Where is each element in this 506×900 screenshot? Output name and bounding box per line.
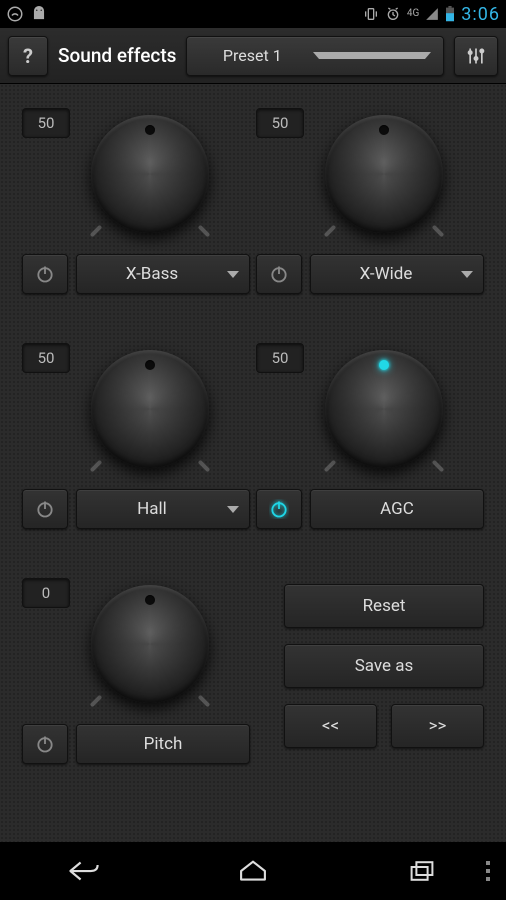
preset-dropdown[interactable]: Preset 1 bbox=[186, 36, 444, 76]
chevron-down-icon bbox=[227, 506, 239, 513]
back-button[interactable] bbox=[44, 857, 124, 885]
xwide-label: X-Wide bbox=[321, 264, 451, 284]
android-nav-bar bbox=[0, 842, 506, 900]
effects-panel: 50 X-Bass 50 bbox=[0, 84, 506, 842]
network-label: 4G bbox=[407, 9, 419, 19]
xbass-knob[interactable] bbox=[80, 104, 220, 244]
pitch-select[interactable]: Pitch bbox=[76, 724, 250, 764]
xwide-select[interactable]: X-Wide bbox=[310, 254, 484, 294]
pitch-value: 0 bbox=[22, 578, 70, 608]
save-as-button[interactable]: Save as bbox=[284, 644, 484, 688]
hall-power-button[interactable] bbox=[22, 489, 68, 529]
status-bar: 4G 3:06 bbox=[0, 0, 506, 28]
actions-panel: Reset Save as << >> bbox=[284, 584, 484, 748]
pitch-knob[interactable] bbox=[80, 574, 220, 714]
alarm-icon bbox=[385, 6, 401, 22]
chevron-down-icon bbox=[227, 271, 239, 278]
agc-label: AGC bbox=[380, 499, 414, 519]
next-button[interactable]: >> bbox=[391, 704, 484, 748]
chevron-down-icon bbox=[461, 271, 473, 278]
battery-icon bbox=[445, 6, 455, 22]
xbass-label: X-Bass bbox=[87, 264, 217, 284]
hall-label: Hall bbox=[87, 499, 217, 519]
header-bar: ? Sound effects Preset 1 bbox=[0, 28, 506, 84]
module-xwide: 50 X-Wide bbox=[256, 104, 484, 294]
hall-select[interactable]: Hall bbox=[76, 489, 250, 529]
xbass-select[interactable]: X-Bass bbox=[76, 254, 250, 294]
help-button[interactable]: ? bbox=[8, 36, 48, 76]
preset-selected-label: Preset 1 bbox=[199, 46, 305, 65]
xwide-value: 50 bbox=[256, 108, 304, 138]
android-icon bbox=[30, 5, 48, 23]
module-hall: 50 Hall bbox=[22, 339, 250, 529]
hall-knob[interactable] bbox=[80, 339, 220, 479]
page-title: Sound effects bbox=[58, 44, 176, 67]
agc-select[interactable]: AGC bbox=[310, 489, 484, 529]
agc-knob[interactable] bbox=[314, 339, 454, 479]
recent-apps-button[interactable] bbox=[382, 857, 462, 885]
agc-value: 50 bbox=[256, 343, 304, 373]
menu-button[interactable] bbox=[486, 861, 490, 881]
module-agc: 50 AGC bbox=[256, 339, 484, 529]
agc-power-button[interactable] bbox=[256, 489, 302, 529]
signal-icon bbox=[425, 7, 439, 21]
vibrate-icon bbox=[363, 6, 379, 22]
pitch-label: Pitch bbox=[144, 734, 183, 754]
chevron-down-icon bbox=[313, 52, 431, 59]
xwide-knob[interactable] bbox=[314, 104, 454, 244]
pitch-power-button[interactable] bbox=[22, 724, 68, 764]
clock: 3:06 bbox=[461, 4, 500, 25]
reset-button[interactable]: Reset bbox=[284, 584, 484, 628]
module-pitch: 0 Pitch bbox=[22, 574, 250, 764]
hall-value: 50 bbox=[22, 343, 70, 373]
xbass-power-button[interactable] bbox=[22, 254, 68, 294]
home-button[interactable] bbox=[213, 857, 293, 885]
xwide-power-button[interactable] bbox=[256, 254, 302, 294]
app-notif-icon bbox=[6, 5, 24, 23]
prev-button[interactable]: << bbox=[284, 704, 377, 748]
equalizer-button[interactable] bbox=[454, 36, 498, 76]
module-xbass: 50 X-Bass bbox=[22, 104, 250, 294]
xbass-value: 50 bbox=[22, 108, 70, 138]
